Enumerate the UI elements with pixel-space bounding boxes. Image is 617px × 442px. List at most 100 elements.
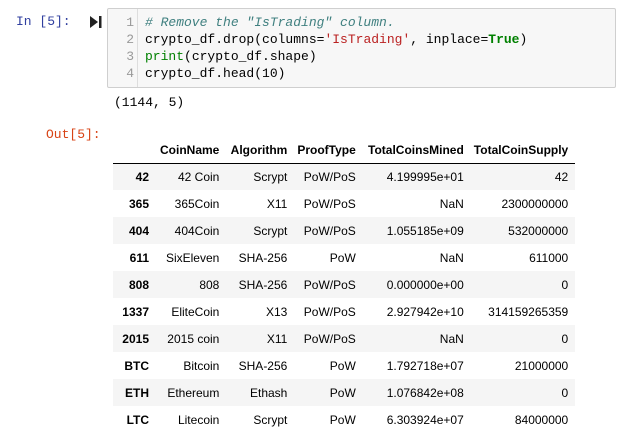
table-row: 365 365Coin X11 PoW/PoS NaN 2300000000 [113, 190, 575, 217]
cell-coin-name: SixEleven [165, 250, 220, 265]
cell-total-coins-mined: 6.303924e+07 [386, 412, 464, 427]
column-header: Algorithm [224, 137, 293, 164]
cell-total-coins-mined: 1.076842e+08 [386, 385, 464, 400]
cell-total-coin-supply: 42 [554, 169, 569, 184]
cell-proof-type: PoW [329, 358, 356, 373]
cell-algorithm: Scrypt [253, 169, 288, 184]
column-header: TotalCoinSupply [468, 137, 576, 164]
cell-coin-name: EliteCoin [171, 304, 220, 319]
cell-total-coins-mined: NaN [439, 196, 464, 211]
cell-algorithm: SHA-256 [238, 277, 288, 292]
cell-total-coins-mined: NaN [439, 331, 464, 346]
cell-total-coin-supply: 532000000 [508, 223, 569, 238]
cell-proof-type: PoW [329, 385, 356, 400]
code-text: ) [519, 32, 528, 47]
code-text: (crypto_df.shape) [184, 49, 317, 64]
code-line: crypto_df.head(10) [145, 65, 285, 82]
table-row: 2015 2015 coin X11 PoW/PoS NaN 0 [113, 325, 576, 352]
row-index: 611 [129, 250, 149, 265]
cell-coin-name: 808 [199, 277, 220, 292]
cell-proof-type: PoW/PoS [303, 331, 356, 346]
cell-proof-type: PoW/PoS [303, 277, 356, 292]
code-string: 'IsTrading' [324, 32, 411, 47]
cell-coin-name: Ethereum [167, 385, 220, 400]
cell-proof-type: PoW/PoS [303, 304, 356, 319]
cell-proof-type: PoW/PoS [303, 169, 356, 184]
column-header: CoinName [155, 137, 225, 164]
table-row: ETH Ethereum Ethash PoW 1.076842e+08 0 [113, 379, 576, 406]
cell-algorithm: Scrypt [253, 412, 288, 427]
line-number: 2 [126, 32, 134, 47]
row-index: BTC [124, 358, 149, 373]
cell-total-coins-mined: 1.055185e+09 [386, 223, 464, 238]
table-row: 808 808 SHA-256 PoW/PoS 0.000000e+00 0 [113, 271, 576, 298]
cell-algorithm: X11 [266, 196, 288, 211]
code-text: , inplace= [410, 32, 489, 47]
output-prompt: Out[5]: [46, 127, 101, 142]
cell-total-coin-supply: 314159265359 [488, 304, 569, 319]
cell-total-coins-mined: 1.792718e+07 [386, 358, 464, 373]
row-index: 42 [135, 169, 149, 184]
cell-total-coin-supply: 21000000 [514, 358, 569, 373]
table-row: 1337 EliteCoin X13 PoW/PoS 2.927942e+10 … [113, 298, 575, 325]
cell-coin-name: 2015 coin [167, 331, 220, 346]
stream-output: (1144, 5) [114, 95, 185, 110]
cell-proof-type: PoW/PoS [303, 196, 356, 211]
code-text: crypto_df.head(10) [145, 66, 286, 81]
table-row: 404 404Coin Scrypt PoW/PoS 1.055185e+09 … [113, 217, 576, 244]
cell-coin-name: 42 Coin [177, 169, 220, 184]
input-prompt: In [5]: [16, 14, 71, 29]
cell-total-coins-mined: NaN [439, 250, 464, 265]
cell-coin-name: 404Coin [174, 223, 220, 238]
cell-total-coins-mined: 4.199995e+01 [386, 169, 464, 184]
cell-coin-name: 365Coin [174, 196, 220, 211]
cell-total-coin-supply: 2300000000 [501, 196, 569, 211]
cell-coin-name: Bitcoin [183, 358, 220, 373]
code-text: crypto_df.drop(columns= [145, 32, 325, 47]
cell-proof-type: PoW/PoS [303, 223, 356, 238]
cell-total-coin-supply: 0 [561, 277, 569, 292]
code-comment: # Remove the "IsTrading" column. [145, 15, 395, 30]
dataframe-table: CoinName Algorithm ProofType TotalCoinsM… [113, 137, 576, 433]
cell-total-coin-supply: 611000 [529, 250, 569, 265]
table-header-row: CoinName Algorithm ProofType TotalCoinsM… [113, 137, 576, 164]
code-line: crypto_df.drop(columns='IsTrading', inpl… [145, 31, 527, 48]
code-builtin: print [145, 49, 185, 64]
cell-coin-name: Litecoin [177, 412, 220, 427]
column-header: ProofType [292, 137, 361, 164]
cell-algorithm: X11 [266, 331, 288, 346]
cell-algorithm: X13 [265, 304, 288, 319]
row-index: 1337 [122, 304, 149, 319]
table-row: 42 42 Coin Scrypt PoW/PoS 4.199995e+01 4… [113, 163, 576, 190]
table-row: LTC Litecoin Scrypt PoW 6.303924e+07 840… [113, 406, 575, 433]
cell-total-coin-supply: 0 [561, 331, 569, 346]
code-cell-editor[interactable]: 1 2 3 4 # Remove the "IsTrading" column.… [107, 8, 616, 88]
line-number: 3 [126, 49, 134, 64]
cell-total-coins-mined: 0.000000e+00 [386, 277, 464, 292]
table-row: 611 SixEleven SHA-256 PoW NaN 611000 [113, 244, 575, 271]
row-index: 808 [128, 277, 149, 292]
cell-proof-type: PoW [329, 250, 356, 265]
row-index: LTC [126, 412, 149, 427]
row-index: 365 [128, 196, 149, 211]
cell-algorithm: SHA-256 [238, 358, 288, 373]
row-index: 2015 [122, 331, 149, 346]
line-number: 1 [126, 15, 134, 30]
cell-algorithm: SHA-256 [238, 250, 288, 265]
code-line: # Remove the "IsTrading" column. [145, 14, 395, 31]
code-line: print(crypto_df.shape) [145, 48, 317, 65]
column-header: TotalCoinsMined [360, 137, 469, 164]
cell-total-coins-mined: 2.927942e+10 [386, 304, 464, 319]
cell-proof-type: PoW [329, 412, 356, 427]
cell-total-coin-supply: 84000000 [514, 412, 569, 427]
code-keyword: True [488, 32, 520, 47]
row-index: ETH [125, 385, 149, 400]
index-header [113, 137, 155, 164]
step-forward-icon[interactable] [90, 15, 102, 29]
row-index: 404 [128, 223, 149, 238]
cell-total-coin-supply: 0 [561, 385, 569, 400]
table-row: BTC Bitcoin SHA-256 PoW 1.792718e+07 210… [113, 352, 575, 379]
cell-algorithm: Ethash [249, 385, 288, 400]
line-number: 4 [126, 66, 134, 81]
line-number-gutter: 1 2 3 4 [108, 9, 138, 87]
